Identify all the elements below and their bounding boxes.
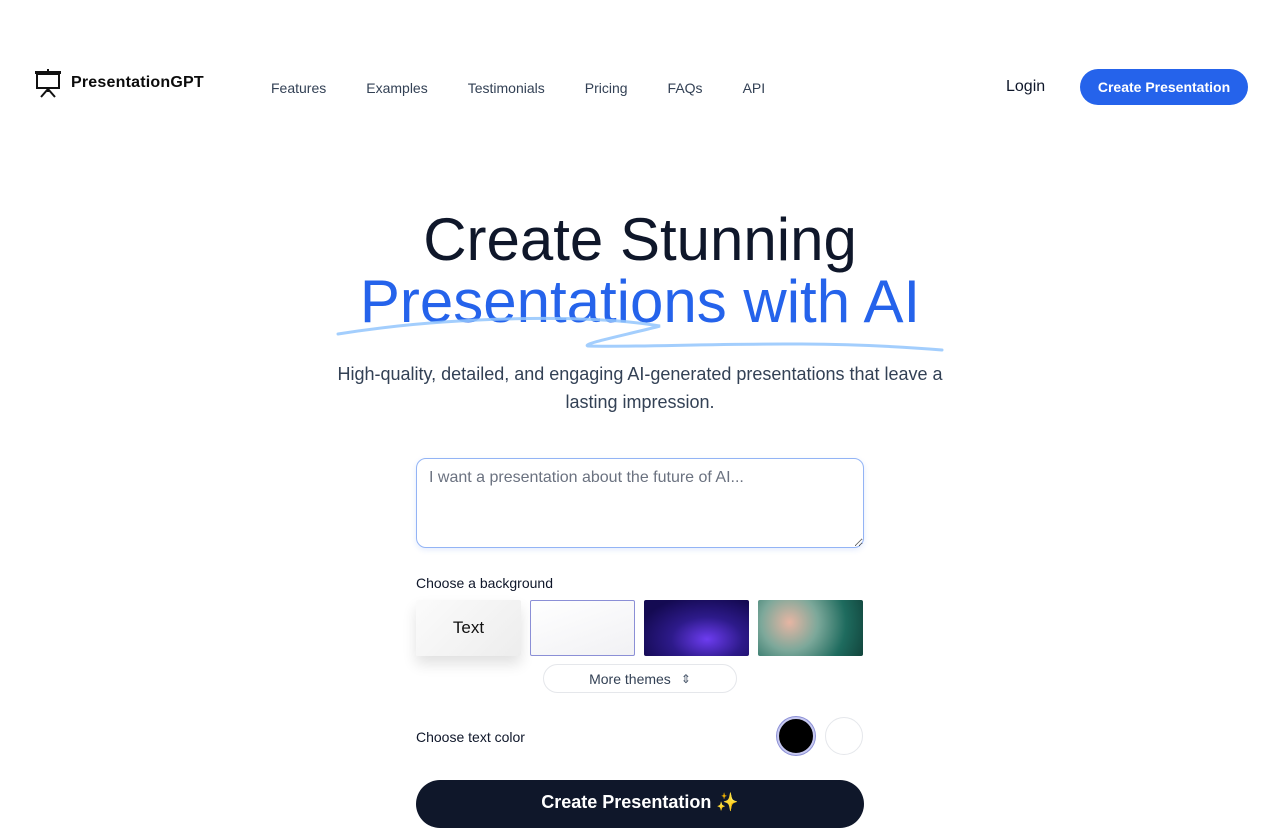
presentation-board-icon [35, 69, 61, 98]
theme-option-light[interactable] [530, 600, 635, 656]
text-color-white-swatch[interactable] [825, 717, 863, 755]
hero-subtitle: High-quality, detailed, and engaging AI-… [337, 364, 943, 412]
underline-squiggle [336, 316, 944, 352]
nav-links: Features Examples Testimonials Pricing F… [271, 80, 805, 96]
more-themes-label: More themes [589, 670, 671, 687]
brand-name: PresentationGPT [71, 74, 204, 91]
theme-option-text[interactable]: Text [416, 600, 521, 656]
nav-link-api[interactable]: API [743, 80, 766, 96]
brand-logo[interactable]: PresentationGPT [33, 68, 204, 98]
login-link[interactable]: Login [1006, 78, 1045, 96]
theme-option-teal[interactable] [758, 600, 863, 656]
text-color-black-swatch[interactable] [777, 717, 815, 755]
chevron-up-down-icon: ⇕ [680, 671, 691, 686]
top-nav: PresentationGPT Features Examples Testim… [0, 0, 1280, 176]
hero-title: Create Stunning [423, 206, 857, 273]
create-presentation-button[interactable]: Create Presentation [1080, 69, 1248, 105]
submit-create-presentation-button[interactable]: Create Presentation ✨ [416, 780, 864, 828]
nav-link-pricing[interactable]: Pricing [585, 80, 628, 96]
presentation-prompt-input[interactable] [416, 458, 864, 548]
nav-link-faqs[interactable]: FAQs [668, 80, 703, 96]
theme-option-label: Text [452, 618, 485, 637]
more-themes-button[interactable]: More themes ⇕ [543, 664, 737, 693]
nav-link-testimonials[interactable]: Testimonials [468, 80, 545, 96]
background-label: Choose a background [416, 575, 553, 591]
theme-option-purple[interactable] [644, 600, 749, 656]
nav-link-examples[interactable]: Examples [366, 80, 427, 96]
background-theme-list: Text [416, 600, 863, 656]
nav-link-features[interactable]: Features [271, 80, 326, 96]
text-color-label: Choose text color [416, 729, 525, 745]
